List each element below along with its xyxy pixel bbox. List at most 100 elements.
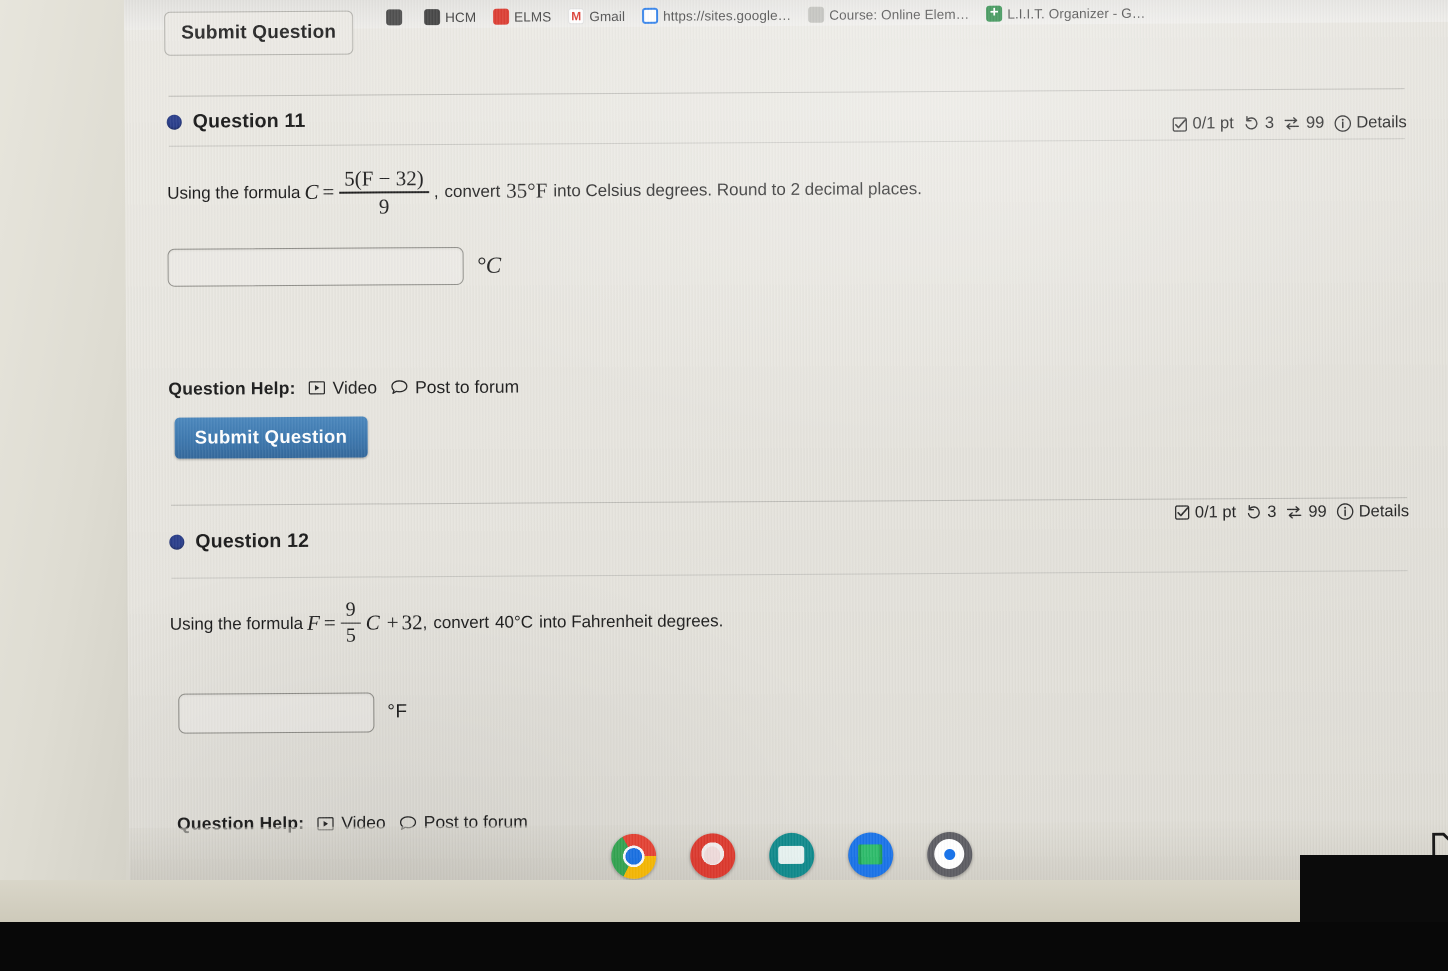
- bookmark-label: Gmail: [589, 8, 626, 24]
- undo-arrow-icon: [1243, 115, 1260, 132]
- info-circle-icon: [1336, 503, 1354, 521]
- grey-book-favicon-icon: [808, 6, 825, 23]
- unit-label-celsius: °C: [476, 252, 502, 278]
- unit-label-fahrenheit: °F: [387, 701, 408, 723]
- assignment-content: Submit Question Question 11 0/1 pt 3 99 …: [124, 10, 1448, 835]
- bookmark-item-gmail[interactable]: Gmail: [568, 8, 626, 25]
- details-label: Details: [1358, 501, 1410, 521]
- gmail-favicon-icon: [568, 8, 585, 25]
- checkbox-checked-icon: [1174, 505, 1190, 521]
- forum-link-label: Post to forum: [415, 376, 520, 397]
- prompt-mid: convert: [444, 181, 501, 202]
- undo-arrow-icon: [1245, 504, 1262, 521]
- info-circle-icon: [1333, 114, 1351, 132]
- post-to-forum-link[interactable]: Post to forum: [390, 376, 519, 398]
- fraction-bar: [340, 622, 361, 624]
- attempts-badge: 3: [1243, 114, 1274, 133]
- formula-variable-f: F: [306, 610, 320, 635]
- blue-app-icon[interactable]: [847, 831, 893, 884]
- points-badge: 0/1 pt: [1171, 114, 1234, 133]
- question-12-header: 0/1 pt 3 99 Details Question 12: [167, 498, 1411, 578]
- prompt-lead: Using the formula: [169, 613, 304, 634]
- formula-equals: =: [323, 610, 336, 635]
- question-11-prompt: Using the formula C = 5(F − 32) 9 , conv…: [165, 139, 1409, 218]
- bookmark-item-course[interactable]: Course: Online Elem…: [808, 6, 969, 23]
- fraction-denominator: 9: [378, 193, 390, 218]
- answer-input-fahrenheit[interactable]: [178, 692, 375, 734]
- prompt-value: 35°F: [506, 178, 548, 203]
- photographed-screen-scene: HCM ELMS Gmail https://sites.google… Cou…: [0, 0, 1448, 971]
- versions-badge: 99: [1283, 114, 1324, 133]
- bookmark-item-hcm[interactable]: HCM: [424, 9, 477, 26]
- answer-input-celsius[interactable]: [167, 246, 464, 287]
- video-help-link[interactable]: Video: [308, 377, 378, 398]
- desk-surface-left: [0, 0, 126, 895]
- teal-app-icon[interactable]: [768, 832, 814, 878]
- points-value: 0/1 pt: [1194, 502, 1237, 522]
- attempts-badge: 3: [1245, 503, 1276, 522]
- formula-fraction: 5(F − 32) 9: [339, 166, 429, 218]
- points-badge: 0/1 pt: [1174, 503, 1236, 522]
- red-square-favicon-icon: [493, 8, 510, 25]
- question-block-12: 0/1 pt 3 99 Details Question 12 Using th…: [127, 450, 1448, 835]
- bookmark-label: https://sites.google…: [663, 7, 792, 24]
- formula-plus: +: [386, 609, 399, 635]
- chrome-icon[interactable]: [610, 833, 656, 879]
- details-link[interactable]: Details: [1336, 502, 1410, 521]
- bookmark-label: HCM: [445, 9, 477, 25]
- versions-value: 99: [1308, 502, 1327, 521]
- formula-constant: 32: [401, 609, 423, 634]
- bookmark-label: Course: Online Elem…: [829, 6, 970, 23]
- prompt-value: 40°C: [494, 612, 534, 632]
- formula-variable-c: C: [365, 610, 380, 635]
- bookmark-item-sites[interactable]: https://sites.google…: [642, 7, 791, 24]
- prompt-tail: into Fahrenheit degrees.: [538, 610, 724, 632]
- bookmark-item[interactable]: [386, 9, 407, 26]
- question-12-meta: 0/1 pt 3 99 Details: [1174, 502, 1409, 522]
- swap-arrows-icon: [1285, 503, 1303, 520]
- laptop-bezel-bottom: [0, 922, 1448, 971]
- details-label: Details: [1356, 113, 1407, 132]
- question-11-submit-row: Submit Question: [166, 392, 1410, 459]
- checkbox-checked-icon: [1171, 116, 1187, 132]
- attempts-value: 3: [1264, 113, 1275, 133]
- prompt-mid: convert: [433, 612, 490, 632]
- prompt-tail: into Celsius degrees. Round to 2 decimal…: [553, 179, 922, 201]
- bookmark-item-liit-organizer[interactable]: L.I.I.T. Organizer - G…: [986, 5, 1145, 22]
- swap-arrows-icon: [1283, 115, 1301, 132]
- prompt-lead: Using the formula: [167, 182, 301, 203]
- fraction-bar: [339, 191, 429, 194]
- question-status-bullet-icon: [166, 114, 182, 130]
- question-11-header: Question 11 0/1 pt 3 99 Details: [165, 89, 1409, 146]
- desk-surface-bottom: [0, 880, 1448, 925]
- bookmark-label: ELMS: [514, 8, 552, 25]
- bookmark-item-elms[interactable]: ELMS: [493, 8, 552, 25]
- settings-gear-icon[interactable]: [926, 831, 972, 884]
- attempts-value: 3: [1267, 502, 1277, 521]
- fraction-numerator: 5(F − 32): [344, 166, 424, 191]
- versions-badge: 99: [1285, 502, 1327, 521]
- fraction-numerator: 9: [345, 598, 356, 621]
- circle-dark-favicon-icon: [386, 9, 403, 26]
- green-sheets-favicon-icon: [986, 5, 1003, 22]
- question-title: Question 11: [192, 109, 306, 133]
- question-12-answer-row: °F: [168, 640, 1413, 734]
- video-play-icon: [308, 381, 326, 395]
- question-11-meta: 0/1 pt 3 99 Details: [1171, 113, 1407, 133]
- question-title: Question 12: [195, 529, 310, 553]
- question-12-prompt: Using the formula F = 9 5 C + 32 , conve…: [168, 571, 1412, 648]
- google-sites-favicon-icon: [642, 7, 659, 24]
- formula-variable-c: C: [304, 179, 319, 204]
- points-value: 0/1 pt: [1192, 114, 1234, 133]
- versions-value: 99: [1305, 113, 1325, 132]
- laptop-screen: HCM ELMS Gmail https://sites.google… Cou…: [124, 0, 1448, 890]
- question-status-bullet-icon: [169, 534, 185, 550]
- circle-dark-favicon-icon: [424, 9, 441, 26]
- speech-bubble-icon: [390, 379, 408, 395]
- formula-equals: =: [322, 179, 335, 204]
- red-app-icon[interactable]: [689, 832, 735, 879]
- video-link-label: Video: [332, 377, 378, 398]
- details-link[interactable]: Details: [1333, 113, 1407, 132]
- submit-question-button[interactable]: Submit Question: [174, 416, 368, 459]
- question-11-answer-row: °C: [165, 211, 1409, 287]
